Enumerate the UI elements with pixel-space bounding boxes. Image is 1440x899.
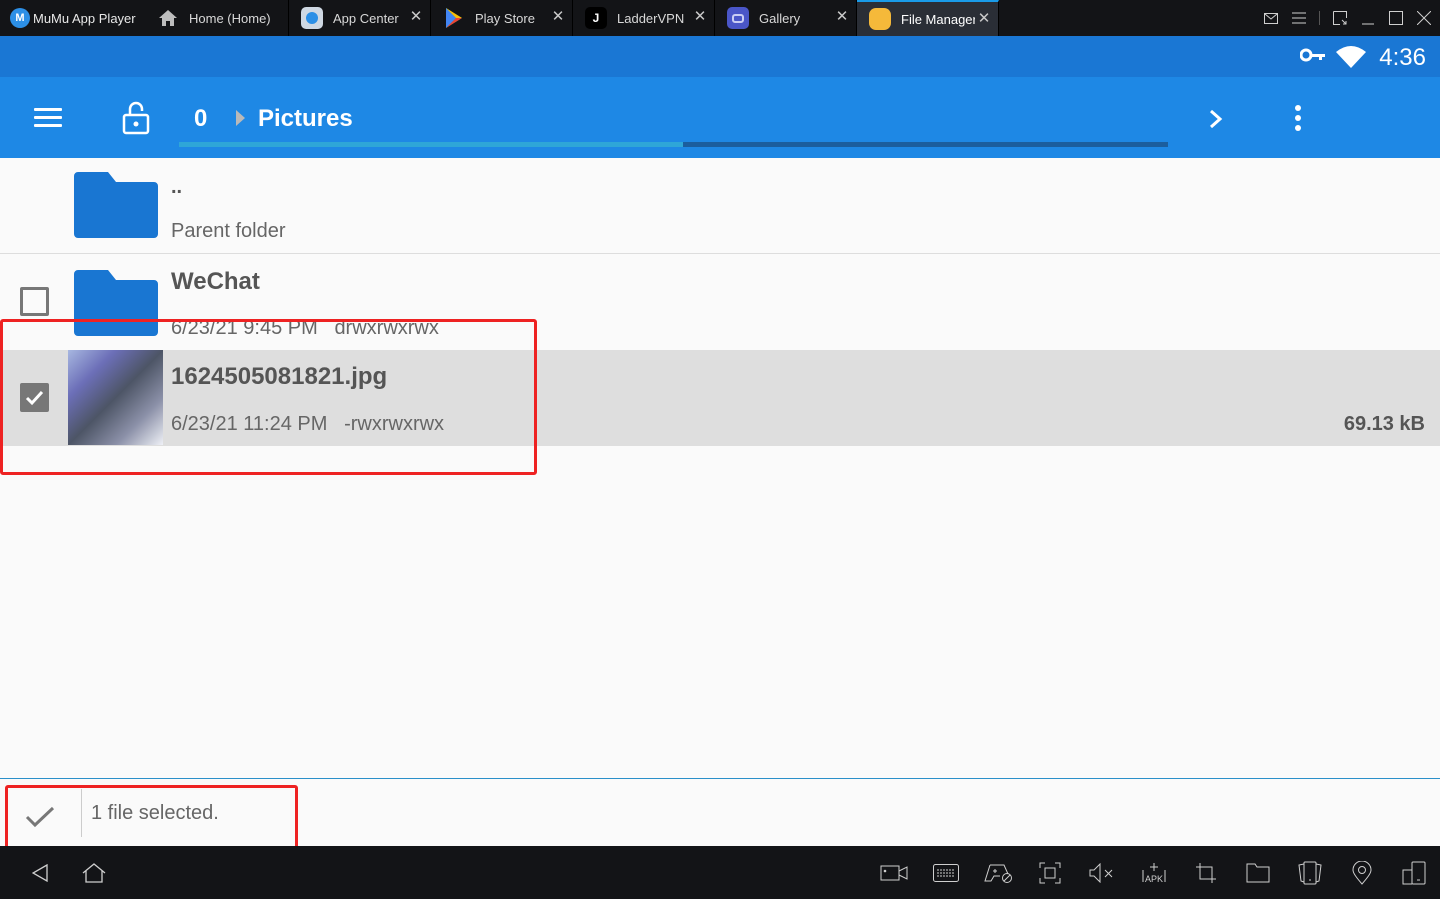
check-icon [25,390,44,406]
multi-instance-icon[interactable] [1400,860,1428,886]
app-bar: 0 Pictures [0,77,1440,158]
file-name: WeChat [171,268,260,295]
checkbox-checked[interactable] [20,383,49,412]
folder-icon [74,172,158,238]
separator [81,789,82,837]
tab-home[interactable]: Home (Home) [145,0,289,36]
app-brand: M MuMu App Player [10,0,136,36]
close-icon[interactable] [1416,10,1432,26]
list-item-folder[interactable]: WeChat 6/23/21 9:45 PM drwxrwxrwx [0,254,1440,350]
mail-icon[interactable] [1263,10,1279,26]
file-name: 1624505081821.jpg [171,363,388,390]
unlock-icon[interactable] [122,101,150,140]
folder-icon[interactable] [1244,860,1272,886]
clock: 4:36 [1379,44,1426,71]
separator [1319,11,1320,25]
wifi-icon [1336,46,1366,73]
load-progress-bar [179,142,1168,147]
check-icon[interactable] [24,805,56,834]
title-bar: M MuMu App Player Home (Home) App Center… [0,0,1440,36]
back-icon[interactable] [26,860,54,886]
tab-label: LadderVPN [617,10,685,26]
selection-bar: 1 file selected. [0,778,1440,846]
tab-laddervpn[interactable]: J LadderVPN ✕ [573,0,715,36]
breadcrumb-separator-icon [236,110,245,126]
list-item-parent-folder[interactable]: .. Parent folder [0,158,1440,254]
folder-icon [74,270,158,336]
crop-icon[interactable] [1192,860,1220,886]
file-meta: 6/23/21 9:45 PM drwxrwxrwx [171,317,439,339]
play-store-icon [443,7,465,29]
selection-message: 1 file selected. [91,802,219,824]
screenshot-icon[interactable] [1036,860,1064,886]
home-icon [157,7,179,29]
gamepad-icon[interactable] [984,860,1012,886]
file-name: .. [171,176,183,198]
mumu-logo-icon: M [10,8,30,28]
screen-record-icon[interactable] [880,860,908,886]
maximize-icon[interactable] [1388,10,1404,26]
gallery-icon [727,7,749,29]
menu-icon[interactable] [1291,10,1307,26]
window-controls [1263,0,1432,36]
tab-label: Play Store [475,10,535,26]
tab-label: Home (Home) [189,10,271,26]
tab-app-center[interactable]: App Center ✕ [289,0,431,36]
vpn-key-icon [1299,48,1326,67]
android-status-bar: 4:36 [0,36,1440,77]
list-item-file[interactable]: 1624505081821.jpg 6/23/21 11:24 PM -rwxr… [0,350,1440,446]
tab-label: File Manager [901,11,975,27]
load-progress-fill [179,142,684,147]
image-thumbnail [68,350,163,445]
file-size: 69.13 kB [1343,413,1425,435]
app-name: MuMu App Player [33,10,136,26]
file-meta: 6/23/21 11:24 PM -rwxrwxrwx [171,413,445,435]
close-tab-icon[interactable]: ✕ [408,9,424,25]
app-center-icon [301,7,323,29]
volume-mute-icon[interactable] [1088,860,1116,886]
file-meta: Parent folder [171,220,286,242]
laddervpn-icon: J [585,7,607,29]
breadcrumb-root[interactable]: 0 [194,105,207,133]
home-icon[interactable] [80,860,108,886]
more-options-icon[interactable] [1295,105,1305,135]
minimize-icon[interactable] [1360,10,1376,26]
file-manager-icon [869,8,891,30]
checkbox[interactable] [20,287,49,316]
close-tab-icon[interactable]: ✕ [550,9,566,25]
tab-label: Gallery [759,10,801,26]
restore-window-icon[interactable] [1332,10,1348,26]
close-tab-icon[interactable]: ✕ [692,9,708,25]
install-apk-icon[interactable]: APK [1140,860,1168,886]
keyboard-icon[interactable] [932,860,960,886]
breadcrumb-current[interactable]: Pictures [258,105,353,133]
chevron-right-icon[interactable] [1208,107,1224,136]
svg-text:APK: APK [1145,874,1163,884]
tab-file-manager[interactable]: File Manager ✕ [857,0,999,36]
close-tab-icon[interactable]: ✕ [834,9,850,25]
close-tab-icon[interactable]: ✕ [976,11,992,27]
location-icon[interactable] [1348,860,1376,886]
emulator-toolbar: APK [0,846,1440,899]
tab-play-store[interactable]: Play Store ✕ [431,0,573,36]
shake-icon[interactable] [1296,860,1324,886]
tab-gallery[interactable]: Gallery ✕ [715,0,857,36]
hamburger-menu-icon[interactable] [34,108,62,128]
tab-label: App Center [333,10,399,26]
